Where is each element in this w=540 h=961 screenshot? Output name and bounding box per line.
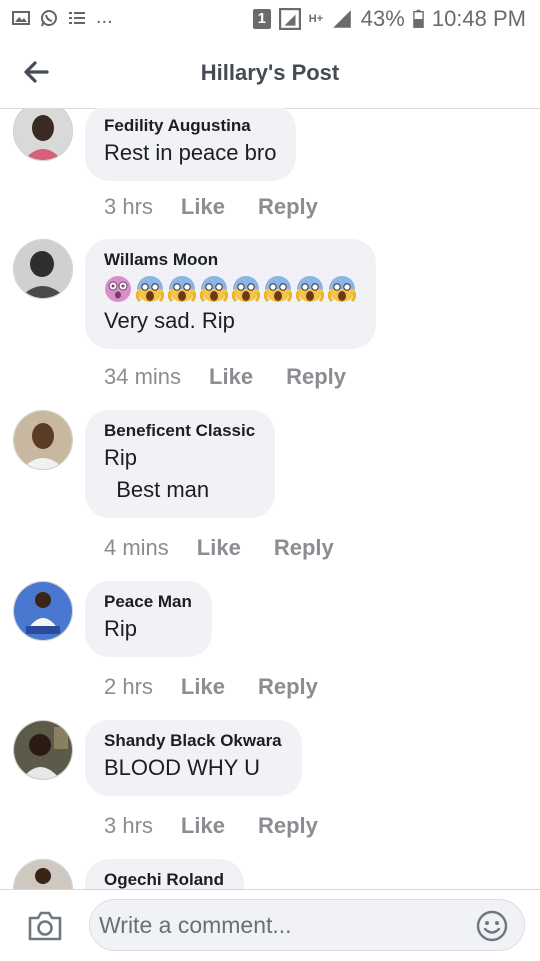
comment-bubble[interactable]: Peace Man Rip — [85, 581, 212, 657]
whatsapp-icon — [41, 9, 57, 26]
comment-author[interactable]: Peace Man — [104, 591, 192, 613]
signal-icon — [278, 8, 301, 30]
comment-author[interactable]: Fedility Augustina — [104, 115, 276, 137]
comment-author[interactable]: Ogechi Roland — [104, 869, 224, 889]
comment-time[interactable]: 3 hrs — [104, 813, 153, 839]
like-button[interactable]: Like — [197, 535, 241, 561]
reply-button[interactable]: Reply — [258, 813, 318, 839]
comment-time[interactable]: 4 mins — [104, 535, 169, 561]
comment-author[interactable]: Shandy Black Okwara — [104, 730, 282, 752]
comment-bubble[interactable]: Ogechi Roland — [85, 859, 244, 889]
astonished-face-icon — [105, 276, 131, 302]
comment-actions: 34 mins Like Reply — [104, 364, 346, 390]
comment-composer: Write a comment... — [0, 889, 540, 961]
comment-text: Rip — [104, 616, 138, 641]
avatar[interactable] — [13, 410, 73, 470]
screaming-face-icon — [168, 276, 196, 303]
comment-text: Rest in peace bro — [104, 140, 277, 165]
comment-author[interactable]: Willams Moon — [104, 249, 356, 271]
comment-author[interactable]: Beneficent Classic — [104, 420, 255, 442]
comment-bubble[interactable]: Shandy Black Okwara BLOOD WHY U — [85, 720, 302, 796]
screaming-face-icon — [232, 276, 260, 303]
comment-input[interactable]: Write a comment... — [89, 899, 525, 951]
avatar[interactable] — [13, 108, 73, 161]
comment-text: Rip — [104, 445, 138, 470]
smiley-icon[interactable] — [476, 910, 508, 942]
comment-text: Best man — [104, 477, 210, 502]
like-button[interactable]: Like — [181, 674, 225, 700]
camera-icon[interactable] — [27, 910, 63, 942]
avatar[interactable] — [13, 239, 73, 299]
screaming-face-icon — [328, 276, 356, 303]
comment-text: BLOOD WHY U — [104, 755, 261, 780]
comment-actions: 2 hrs Like Reply — [104, 674, 318, 700]
signal-bars-icon — [332, 10, 351, 28]
reply-button[interactable]: Reply — [274, 535, 334, 561]
comment-bubble[interactable]: Beneficent Classic Rip Best man — [85, 410, 276, 518]
screaming-face-icon — [200, 276, 228, 303]
screaming-face-icon — [136, 276, 164, 303]
notification-badge-icon: 1 — [252, 9, 271, 29]
screaming-face-icon — [264, 276, 292, 303]
comment-text: Very sad. Rip — [104, 308, 235, 333]
network-type: H+ — [308, 13, 324, 25]
like-button[interactable]: Like — [209, 364, 253, 390]
comment-actions: 4 mins Like Reply — [104, 535, 334, 561]
status-right: 1 H+ 43% 10:48 PM — [252, 6, 526, 32]
avatar[interactable] — [13, 859, 73, 889]
app-header: Hillary's Post — [0, 36, 540, 109]
comment-actions: 3 hrs Like Reply — [104, 194, 318, 220]
comment-list: Fedility Augustina Rest in peace bro 3 h… — [0, 108, 540, 889]
reply-button[interactable]: Reply — [258, 674, 318, 700]
comment-bubble[interactable]: Willams Moon Very sad. Rip — [85, 239, 376, 349]
reply-button[interactable]: Reply — [258, 194, 318, 220]
emoji-row — [104, 273, 356, 305]
screaming-face-icon — [296, 276, 324, 303]
battery-percent: 43% — [360, 6, 405, 31]
like-button[interactable]: Like — [181, 813, 225, 839]
avatar[interactable] — [13, 720, 73, 780]
status-left-icons: ... — [12, 6, 113, 29]
comment-time[interactable]: 2 hrs — [104, 674, 153, 700]
more-indicator: ... — [96, 6, 113, 28]
comment-actions: 3 hrs Like Reply — [104, 813, 318, 839]
comment-time[interactable]: 3 hrs — [104, 194, 153, 220]
comment-input-placeholder: Write a comment... — [99, 912, 292, 938]
avatar[interactable] — [13, 581, 73, 641]
list-icon — [69, 11, 85, 24]
reply-button[interactable]: Reply — [286, 364, 346, 390]
like-button[interactable]: Like — [181, 194, 225, 220]
clock: 10:48 PM — [431, 6, 526, 31]
image-icon — [12, 10, 30, 25]
comment-bubble[interactable]: Fedility Augustina Rest in peace bro — [85, 108, 297, 181]
page-title: Hillary's Post — [200, 60, 340, 85]
comment-time[interactable]: 34 mins — [104, 364, 181, 390]
status-bar: ... 1 H+ 43% 10:48 PM — [0, 0, 540, 36]
battery-icon — [413, 9, 424, 28]
